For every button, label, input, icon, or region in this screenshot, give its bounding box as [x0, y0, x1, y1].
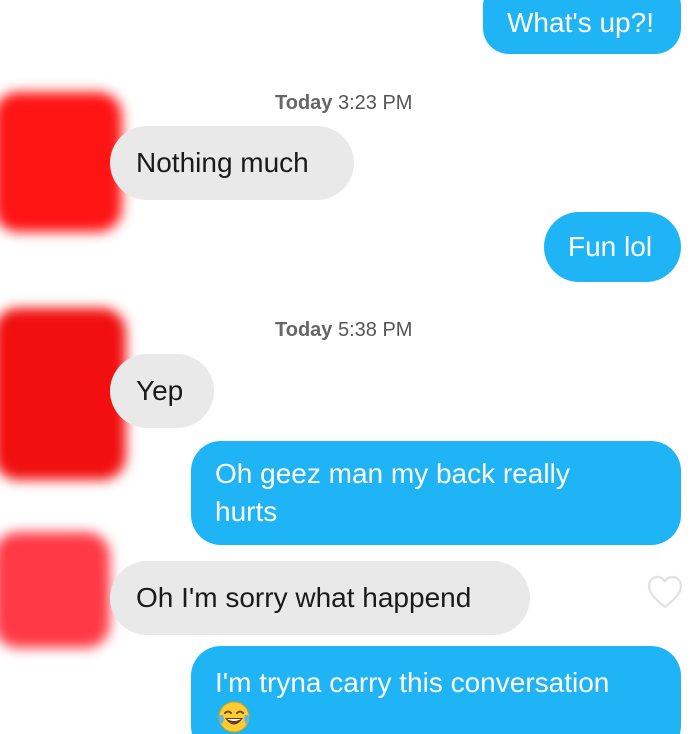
timestamp-time: 5:38 PM: [337, 319, 413, 341]
timestamp-day: Today: [275, 319, 333, 341]
message-text: Fun lol: [568, 231, 653, 262]
chat-conversation: What's up?! Today 3:23 PM Nothing much F…: [0, 0, 700, 734]
message-text: Oh I'm sorry what happend: [136, 582, 472, 613]
avatar[interactable]: [0, 92, 122, 232]
avatar[interactable]: [0, 532, 110, 648]
heart-outline-icon[interactable]: [646, 574, 684, 610]
message-text: What's up?!: [507, 7, 654, 38]
timestamp: Today 3:23 PM: [275, 92, 412, 115]
sent-message-bubble[interactable]: Fun lol: [544, 212, 681, 282]
received-message-bubble[interactable]: Nothing much: [110, 126, 354, 200]
sent-message-bubble[interactable]: Oh geez man my back really hurts: [191, 441, 681, 545]
sent-message-bubble[interactable]: I'm tryna carry this conversation: [191, 646, 681, 734]
face-with-tears-of-joy-emoji: [218, 701, 250, 733]
avatar[interactable]: [0, 308, 126, 480]
timestamp-time: 3:23 PM: [337, 92, 413, 114]
message-text: Nothing much: [136, 147, 309, 178]
received-message-bubble[interactable]: Oh I'm sorry what happend: [110, 561, 530, 635]
received-message-bubble[interactable]: Yep: [110, 354, 214, 428]
sent-message-bubble[interactable]: What's up?!: [483, 0, 681, 54]
timestamp: Today 5:38 PM: [275, 319, 412, 342]
message-text-line: Oh geez man my back really: [215, 458, 570, 489]
message-text: I'm tryna carry this conversation: [215, 667, 610, 698]
timestamp-day: Today: [275, 92, 333, 114]
message-text-line: hurts: [215, 496, 278, 527]
message-text: Yep: [136, 375, 184, 406]
